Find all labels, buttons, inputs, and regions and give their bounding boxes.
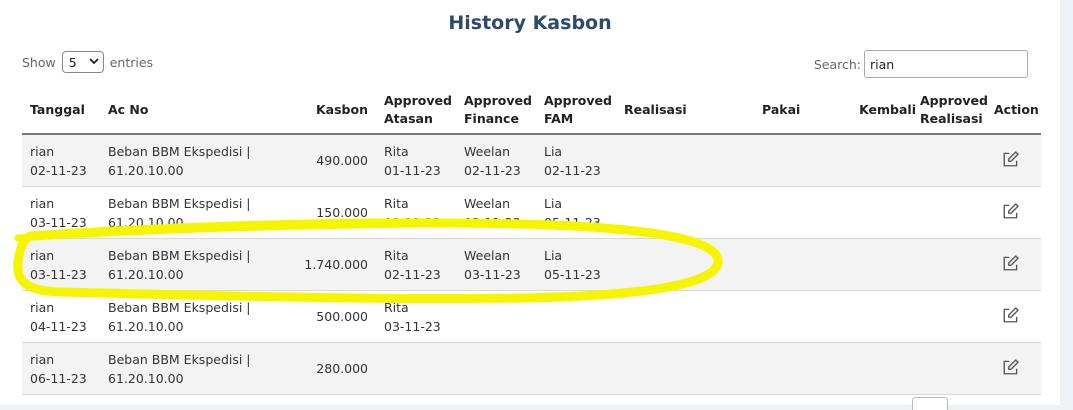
row-finance-date: 02-11-23 bbox=[464, 162, 521, 178]
col-approved-atasan[interactable]: Approved Atasan bbox=[384, 86, 456, 133]
table-row: rian 02-11-23 Beban BBM Ekspedisi | 61.20.… bbox=[22, 135, 1041, 187]
edit-icon[interactable] bbox=[1002, 254, 1022, 274]
row-atasan-date: 03-11-23 bbox=[384, 214, 441, 230]
row-finance-name: Weelan bbox=[464, 143, 511, 159]
row-kasbon: 490.000 bbox=[316, 153, 368, 168]
row-fam-name: Lia bbox=[544, 195, 563, 211]
row-account-no: 61.20.10.00 bbox=[108, 370, 184, 386]
col-tanggal[interactable]: Tanggal bbox=[30, 86, 100, 133]
col-ac-no[interactable]: Ac No bbox=[108, 86, 298, 133]
search-control: Search: bbox=[814, 50, 1028, 78]
row-date: 03-11-23 bbox=[30, 214, 87, 230]
row-atasan-date: 01-11-23 bbox=[384, 162, 441, 178]
col-approved-fam[interactable]: Approved FAM bbox=[544, 86, 616, 133]
table-row: rian 03-11-23 Beban BBM Ekspedisi | 61.20.… bbox=[22, 187, 1041, 239]
edit-icon[interactable] bbox=[1002, 358, 1022, 378]
row-account-name: Beban BBM Ekspedisi | bbox=[108, 299, 251, 315]
search-input[interactable] bbox=[864, 50, 1028, 78]
row-fam-date: 05-11-23 bbox=[544, 266, 601, 282]
row-finance-name: Weelan bbox=[464, 195, 511, 211]
row-atasan-name: Rita bbox=[384, 247, 409, 263]
entries-select[interactable]: 5 bbox=[61, 51, 104, 73]
length-control: Show 5 entries bbox=[22, 51, 153, 73]
row-date: 02-11-23 bbox=[30, 162, 87, 178]
chevron-down-icon bbox=[89, 57, 99, 68]
col-approved-finance[interactable]: Approved Finance bbox=[464, 86, 536, 133]
col-kembali[interactable]: Kembali bbox=[856, 86, 916, 133]
row-account-name: Beban BBM Ekspedisi | bbox=[108, 247, 251, 263]
entries-select-value: 5 bbox=[68, 54, 77, 70]
table-header: Tanggal Ac No Kasbon Approved Atasan Appr… bbox=[22, 86, 1041, 135]
col-action: Action bbox=[994, 101, 1039, 117]
row-date: 06-11-23 bbox=[30, 370, 87, 386]
row-account-name: Beban BBM Ekspedisi | bbox=[108, 143, 251, 159]
row-account-no: 61.20.10.00 bbox=[108, 162, 184, 178]
kasbon-table: Tanggal Ac No Kasbon Approved Atasan Appr… bbox=[22, 86, 1041, 395]
row-atasan-name: Rita bbox=[384, 299, 409, 315]
col-pakai[interactable]: Pakai bbox=[762, 86, 822, 133]
row-name: rian bbox=[30, 195, 55, 211]
row-kasbon: 500.000 bbox=[316, 309, 368, 324]
row-name: rian bbox=[30, 351, 55, 367]
edit-icon[interactable] bbox=[1002, 202, 1022, 222]
table-row: rian 04-11-23 Beban BBM Ekspedisi | 61.20.… bbox=[22, 291, 1041, 343]
row-account-no: 61.20.10.00 bbox=[108, 214, 184, 230]
row-fam-name: Lia bbox=[544, 143, 563, 159]
row-name: rian bbox=[30, 299, 55, 315]
entries-label: entries bbox=[109, 54, 154, 70]
row-name: rian bbox=[30, 143, 55, 159]
row-account-name: Beban BBM Ekspedisi | bbox=[108, 195, 251, 211]
pagination-button[interactable] bbox=[912, 397, 948, 410]
show-label: Show bbox=[22, 54, 56, 70]
edit-icon[interactable] bbox=[1002, 306, 1022, 326]
edit-icon[interactable] bbox=[1002, 150, 1022, 170]
row-finance-date: 03-11-23 bbox=[464, 214, 521, 230]
col-kasbon[interactable]: Kasbon bbox=[292, 86, 368, 133]
row-kasbon: 280.000 bbox=[316, 361, 368, 376]
row-date: 04-11-23 bbox=[30, 318, 87, 334]
row-account-no: 61.20.10.00 bbox=[108, 318, 184, 334]
table-body: rian 02-11-23 Beban BBM Ekspedisi | 61.20.… bbox=[22, 135, 1041, 395]
row-atasan-name: Rita bbox=[384, 195, 409, 211]
col-approved-realisasi[interactable]: Approved Realisasi bbox=[920, 86, 988, 133]
row-date: 03-11-23 bbox=[30, 266, 87, 282]
row-finance-name: Weelan bbox=[464, 247, 511, 263]
row-fam-date: 02-11-23 bbox=[544, 162, 601, 178]
row-finance-date: 03-11-23 bbox=[464, 266, 521, 282]
row-account-name: Beban BBM Ekspedisi | bbox=[108, 351, 251, 367]
row-kasbon: 150.000 bbox=[316, 205, 368, 220]
table-row: rian 06-11-23 Beban BBM Ekspedisi | 61.20.… bbox=[22, 343, 1041, 395]
table-row: rian 03-11-23 Beban BBM Ekspedisi | 61.20.… bbox=[22, 239, 1041, 291]
row-kasbon: 1.740.000 bbox=[304, 257, 368, 272]
row-atasan-name: Rita bbox=[384, 143, 409, 159]
row-fam-date: 05-11-23 bbox=[544, 214, 601, 230]
row-name: rian bbox=[30, 247, 55, 263]
col-realisasi[interactable]: Realisasi bbox=[624, 86, 704, 133]
page-title: History Kasbon bbox=[448, 12, 612, 34]
row-atasan-date: 03-11-23 bbox=[384, 318, 441, 334]
row-fam-name: Lia bbox=[544, 247, 563, 263]
search-label: Search: bbox=[813, 56, 861, 72]
row-account-no: 61.20.10.00 bbox=[108, 266, 184, 282]
row-atasan-date: 02-11-23 bbox=[384, 266, 441, 282]
kasbon-card: History Kasbon Show 5 entries Search: Ta… bbox=[0, 0, 1060, 410]
